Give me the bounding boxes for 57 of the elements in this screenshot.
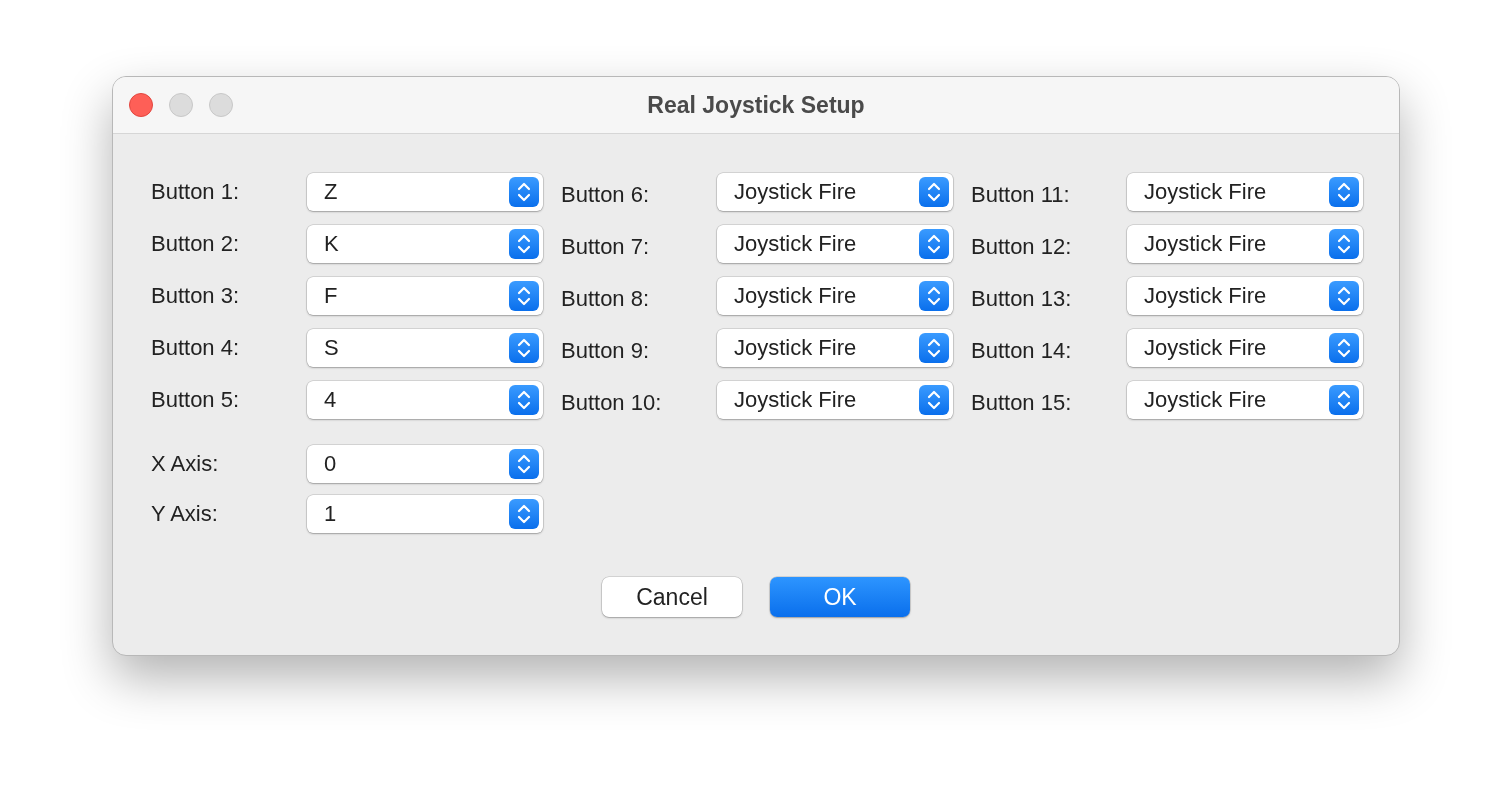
field-label: Button 4:	[151, 335, 241, 361]
popup-button[interactable]: Joystick Fire	[1127, 381, 1363, 419]
field-label: Button 1:	[151, 179, 241, 205]
chevron-up-down-icon	[926, 181, 942, 203]
field-label: Button 10:	[561, 389, 663, 416]
close-button[interactable]	[129, 93, 153, 117]
popup-button[interactable]: Joystick Fire	[1127, 173, 1363, 211]
field-label: Button 5:	[151, 387, 241, 413]
zoom-button[interactable]	[209, 93, 233, 117]
chevron-up-down-icon	[516, 181, 532, 203]
chevron-up-down-icon	[516, 389, 532, 411]
chevron-up-down-icon	[516, 337, 532, 359]
field-label: Button 9:	[561, 337, 651, 364]
field-label: X Axis:	[151, 451, 220, 477]
popup-button[interactable]: Joystick Fire	[717, 225, 953, 263]
chevron-up-down-icon	[926, 389, 942, 411]
popup-button[interactable]: 1	[307, 495, 543, 533]
chevron-up-down-icon	[926, 337, 942, 359]
popup-button[interactable]: 4	[307, 381, 543, 419]
chevron-up-down-icon	[1336, 285, 1352, 307]
chevron-up-down-icon	[1336, 337, 1352, 359]
chevron-up-down-icon	[926, 285, 942, 307]
field-label: Button 2:	[151, 231, 241, 257]
window-title: Real Joystick Setup	[647, 91, 865, 118]
chevron-up-down-icon	[516, 453, 532, 475]
field-label: Button 6:	[561, 181, 651, 208]
popup-button[interactable]: Joystick Fire	[717, 277, 953, 315]
field-label: Button 11:	[971, 181, 1071, 208]
chevron-up-down-icon	[1336, 389, 1352, 411]
popup-button[interactable]: Joystick Fire	[717, 329, 953, 367]
cancel-button[interactable]: Cancel	[602, 577, 742, 617]
field-label: Y Axis:	[151, 501, 219, 527]
chevron-up-down-icon	[1336, 181, 1352, 203]
chevron-up-down-icon	[1336, 233, 1352, 255]
popup-button[interactable]: S	[307, 329, 543, 367]
field-label: Button 7:	[561, 233, 651, 260]
field-label: Button 8:	[561, 285, 651, 312]
chevron-up-down-icon	[926, 233, 942, 255]
field-label: Button 15:	[971, 389, 1073, 416]
field-label: Button 3:	[151, 283, 241, 309]
chevron-up-down-icon	[516, 285, 532, 307]
popup-button[interactable]: K	[307, 225, 543, 263]
field-label: Button 13:	[971, 285, 1073, 312]
chevron-up-down-icon	[516, 503, 532, 525]
field-label: Button 12:	[971, 233, 1073, 260]
popup-button[interactable]: Joystick Fire	[1127, 329, 1363, 367]
popup-button[interactable]: 0	[307, 445, 543, 483]
popup-button[interactable]: Joystick Fire	[717, 381, 953, 419]
chevron-up-down-icon	[516, 233, 532, 255]
popup-button[interactable]: Joystick Fire	[717, 173, 953, 211]
popup-button[interactable]: Z	[307, 173, 543, 211]
minimize-button[interactable]	[169, 93, 193, 117]
popup-button[interactable]: F	[307, 277, 543, 315]
field-label: Button 14:	[971, 337, 1073, 364]
ok-button[interactable]: OK	[770, 577, 910, 617]
popup-button[interactable]: Joystick Fire	[1127, 277, 1363, 315]
popup-button[interactable]: Joystick Fire	[1127, 225, 1363, 263]
